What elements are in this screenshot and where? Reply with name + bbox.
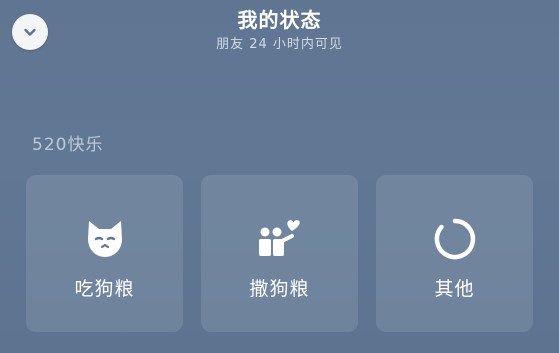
section-label: 520快乐 [32,135,104,155]
status-option-label: 撒狗粮 [249,278,310,300]
status-option-other[interactable]: 其他 [376,175,533,332]
page-title: 我的状态 [237,8,322,32]
loading-ring-icon [431,215,479,263]
status-options: 吃狗粮 撒狗粮 其他 [26,175,533,332]
status-option-label: 其他 [434,278,475,300]
status-option-label: 吃狗粮 [74,278,135,300]
couple-heart-icon [256,215,304,263]
visibility-subtitle: 朋友 24 小时内可见 [216,37,343,52]
cat-face-icon [81,215,129,263]
status-option-sagouliang[interactable]: 撒狗粮 [201,175,358,332]
page-header: 我的状态 朋友 24 小时内可见 [0,6,559,54]
status-option-chigouliang[interactable]: 吃狗粮 [26,175,183,332]
